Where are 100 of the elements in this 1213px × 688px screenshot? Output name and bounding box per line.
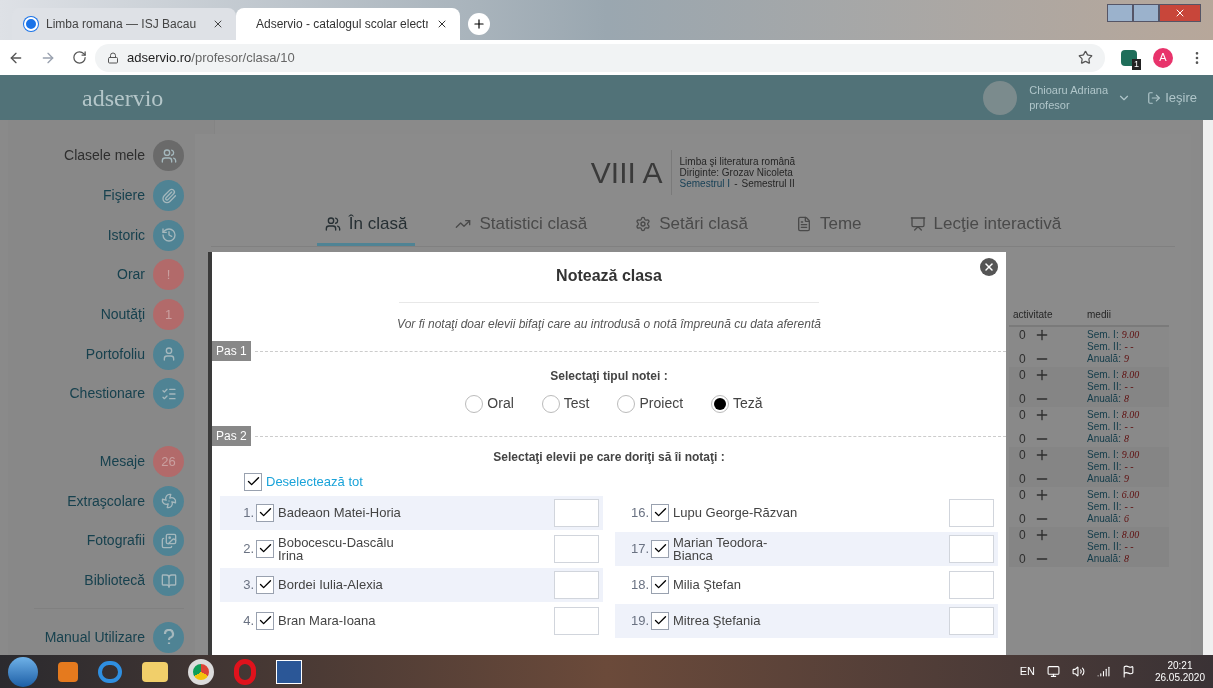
class-tab[interactable]: În clasă <box>348 211 408 237</box>
deselect-all-link[interactable]: Deselectează tot <box>266 472 363 492</box>
checkbox[interactable] <box>244 472 262 491</box>
media-player-icon[interactable] <box>58 661 78 682</box>
checkbox[interactable] <box>256 539 274 558</box>
average-value: 6 <box>1123 512 1129 525</box>
start-button[interactable] <box>8 656 38 687</box>
semester-link[interactable]: Semestrul II <box>741 178 795 189</box>
grade-input[interactable] <box>554 534 599 563</box>
sidebar-item[interactable]: Manual Utilizare <box>44 619 184 656</box>
clock-date: 26.05.2020 <box>1154 671 1205 684</box>
monitor-icon[interactable] <box>1046 665 1060 678</box>
app-logo[interactable]: adservio <box>82 79 164 116</box>
checkbox[interactable] <box>651 503 669 522</box>
average-value: 9.00 <box>1121 448 1140 461</box>
sidebar-item[interactable]: Chestionare <box>69 374 184 414</box>
student-name: Mitrea Ştefania <box>673 614 762 627</box>
sidebar-icon <box>153 565 184 596</box>
radio-option[interactable]: Proiect <box>617 393 684 414</box>
semester-link[interactable]: Semestrul I <box>679 178 731 189</box>
reload-icon[interactable] <box>72 50 87 65</box>
average-label: Anuală: <box>1087 552 1121 565</box>
signal-icon[interactable] <box>1096 665 1110 678</box>
globe-icon <box>24 17 38 31</box>
average-value: - - <box>1124 460 1134 473</box>
average-label: Sem. II: <box>1087 420 1122 433</box>
class-tab[interactable]: Setări clasă <box>659 211 748 237</box>
close-icon[interactable] <box>212 18 224 30</box>
activity-count: 0 <box>1019 550 1026 568</box>
class-tab[interactable]: Statistici clasă <box>479 211 588 237</box>
window-controls[interactable] <box>1107 4 1201 22</box>
activity-count: 0 <box>1019 470 1026 488</box>
logout-icon[interactable] <box>1147 90 1162 105</box>
presentation-icon <box>909 215 926 232</box>
activity-count: 0 <box>1019 390 1026 408</box>
activity-count: 0 <box>1019 326 1026 344</box>
grade-input[interactable] <box>949 534 994 563</box>
student-name: Bordei Iulia-Alexia <box>278 578 384 591</box>
sidebar-item[interactable]: Clasele mele <box>64 136 184 176</box>
radio-option[interactable]: Test <box>541 393 590 414</box>
checkbox[interactable] <box>651 539 669 558</box>
average-value: 9.00 <box>1121 328 1140 341</box>
average-value: 8 <box>1123 552 1129 565</box>
average-label: Sem. II: <box>1087 380 1122 393</box>
average-value: 8 <box>1123 432 1129 445</box>
average-label: Sem. I: <box>1087 368 1119 381</box>
extension-badge: 1 <box>1132 58 1141 70</box>
count-badge: ! <box>153 259 184 291</box>
folder-icon[interactable] <box>142 661 168 682</box>
student-name: Milia Ştefan <box>673 578 742 591</box>
grade-input[interactable] <box>949 498 994 527</box>
class-tab[interactable]: Teme <box>820 211 862 237</box>
grade-input[interactable] <box>554 498 599 527</box>
checkbox[interactable] <box>256 575 274 594</box>
average-label: Anuală: <box>1087 392 1121 405</box>
volume-icon[interactable] <box>1071 665 1085 678</box>
people-icon <box>324 215 341 232</box>
average-value: - - <box>1124 340 1134 353</box>
sidebar-item[interactable]: Orar ! <box>117 255 184 295</box>
student-number: 3. <box>242 575 254 594</box>
average-label: Sem. II: <box>1087 500 1122 513</box>
checkbox[interactable] <box>651 575 669 594</box>
grade-input[interactable] <box>554 606 599 635</box>
student-number: 1. <box>242 503 254 522</box>
average-value: - - <box>1124 380 1134 393</box>
profile-avatar[interactable]: A <box>1153 47 1173 68</box>
grade-input[interactable] <box>554 570 599 599</box>
average-value: 9 <box>1123 352 1129 365</box>
sidebar-icon <box>153 378 184 410</box>
sidebar-item[interactable]: Fotografii <box>86 520 184 561</box>
modal-title: Notează clasa <box>556 266 662 286</box>
average-value: 8.00 <box>1121 368 1140 381</box>
close-icon[interactable] <box>436 18 448 30</box>
gear-icon <box>635 215 652 232</box>
browser-icon[interactable] <box>98 660 122 683</box>
sidebar-item[interactable]: Istoric <box>107 215 184 256</box>
radio-option[interactable]: Teză <box>711 393 763 414</box>
average-label: Sem. I: <box>1087 528 1119 541</box>
logout-link[interactable]: Ieşire <box>1165 87 1197 108</box>
flag-icon[interactable] <box>1121 665 1135 678</box>
radio-option[interactable]: Oral <box>465 393 514 414</box>
checkbox[interactable] <box>256 503 274 522</box>
sidebar-item[interactable]: Extraşcolare <box>67 481 184 521</box>
checkbox[interactable] <box>256 611 274 630</box>
url-field[interactable]: adservio.ro/profesor/clasa/10 <box>95 43 1105 72</box>
tab-title: Limba romana — ISJ Bacau <box>46 16 198 33</box>
sidebar-icon <box>153 180 184 212</box>
grade-input[interactable] <box>949 570 994 599</box>
class-tab[interactable]: Lecţie interactivă <box>933 211 1062 237</box>
average-value: 8.00 <box>1121 528 1140 541</box>
student-number: 17. <box>629 539 649 558</box>
checkbox[interactable] <box>651 611 669 630</box>
sidebar-item[interactable]: Bibliotecă <box>84 560 184 601</box>
sidebar-item[interactable]: Fişiere <box>103 175 184 216</box>
bookmark-star-icon[interactable] <box>1078 50 1093 65</box>
grade-input[interactable] <box>949 606 994 635</box>
language-indicator[interactable]: EN <box>1019 663 1035 680</box>
word-processor-icon[interactable] <box>276 659 302 684</box>
student-number: 2. <box>242 539 254 558</box>
sidebar-item[interactable]: Portofoliu <box>85 334 184 375</box>
